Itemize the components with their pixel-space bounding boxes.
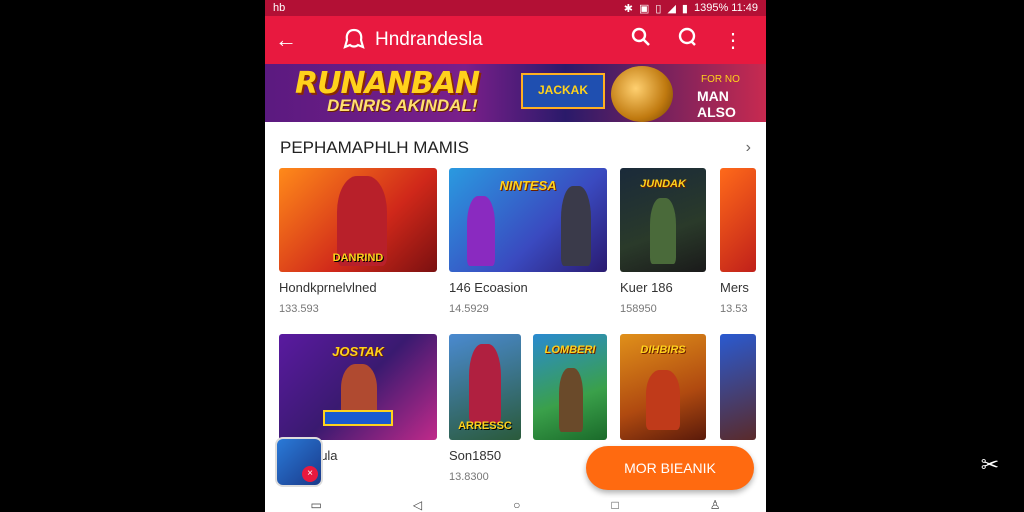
game-card[interactable] xyxy=(720,334,756,440)
game-name: 146 Ecoasion xyxy=(449,280,528,295)
thumbnail-caption: DIHBIRS xyxy=(640,344,686,356)
nfc-icon: ▣ xyxy=(638,2,650,15)
game-card[interactable]: JUNDAK Kuer 186 158950 xyxy=(620,168,706,315)
game-thumbnail[interactable]: ARRESSC xyxy=(449,334,521,440)
game-thumbnail[interactable]: DIHBIRS xyxy=(620,334,706,440)
bluetooth-icon: ✱ xyxy=(623,2,633,15)
status-left: hb xyxy=(273,2,286,14)
banner-right-text: MAN ALSO xyxy=(697,88,736,120)
game-thumbnail[interactable]: JUNDAK xyxy=(620,168,706,272)
square-icon[interactable]: □ xyxy=(611,498,618,512)
game-name: Mers xyxy=(720,280,749,295)
thumbnail-caption: JOSTAK xyxy=(332,344,384,359)
game-count: 158950 xyxy=(620,303,657,315)
banner-badge: JACKAK xyxy=(521,73,605,109)
chat-icon[interactable] xyxy=(664,27,710,53)
thumbnail-caption: ARRESSC xyxy=(458,420,512,432)
thumbnail-caption: DANRIND xyxy=(332,252,384,264)
game-thumbnail[interactable]: JOSTAK xyxy=(279,334,437,440)
game-card[interactable]: Mers 13.53 xyxy=(720,168,756,315)
game-thumbnail[interactable]: LOMBERI xyxy=(533,334,607,440)
promo-banner[interactable]: RUNANBAN DENRIS AKINDAL! JACKAK FOR NO M… xyxy=(265,64,766,122)
battery-icon: ▮ xyxy=(681,2,688,15)
close-badge-icon[interactable]: × xyxy=(302,466,318,482)
thumbnail-caption: JUNDAK xyxy=(640,178,686,190)
banner-right-top: FOR NO xyxy=(701,74,740,85)
game-card[interactable]: LOMBERI xyxy=(533,334,607,440)
game-thumbnail[interactable] xyxy=(720,168,756,272)
game-count: 13.53 xyxy=(720,303,748,315)
search-icon[interactable] xyxy=(618,27,664,53)
back-triangle-icon[interactable]: ◁ xyxy=(413,498,422,512)
game-name: Hondkprnelvlned xyxy=(279,280,377,295)
app-shortcut-icon[interactable]: × xyxy=(275,437,323,487)
game-thumbnail[interactable]: DANRIND xyxy=(279,168,437,272)
app-bar: ← Hndrandesla ⋮ xyxy=(265,16,766,64)
thumbnail-caption: LOMBERI xyxy=(544,344,596,356)
app-title: Hndrandesla xyxy=(375,29,483,50)
game-thumbnail[interactable]: NINTESA xyxy=(449,168,607,272)
section-title: PEPHAMAPHLH MAMIS xyxy=(280,138,469,157)
game-card[interactable]: DIHBIRS xyxy=(620,334,706,440)
banner-subline: DENRIS AKINDAL! xyxy=(327,96,478,115)
status-right: ✱ ▣ ▯ ◢ ▮ 1395% 11:49 xyxy=(624,2,758,15)
signal-icon: ◢ xyxy=(667,2,676,15)
status-time: 1395% 11:49 xyxy=(693,2,758,14)
games-section: PEPHAMAPHLH MAMIS › xyxy=(265,122,766,158)
section-header: PEPHAMAPHLH MAMIS › xyxy=(280,138,751,158)
game-name: Son1850 xyxy=(449,448,502,463)
vibrate-icon: ▯ xyxy=(655,2,662,15)
more-vert-icon[interactable]: ⋮ xyxy=(710,28,756,53)
more-games-button[interactable]: MOR BIEANIK xyxy=(586,446,754,490)
game-count: 14.5929 xyxy=(449,303,489,315)
banner-character-image xyxy=(611,66,673,122)
chevron-right-icon[interactable]: › xyxy=(746,139,751,157)
game-count: 13.8300 xyxy=(449,471,489,483)
overlay-assistant-icon[interactable]: ✂ xyxy=(976,452,1004,480)
system-nav-bar: ▭ ◁ ○ □ ♙ xyxy=(265,498,766,512)
back-arrow-icon[interactable]: ← xyxy=(275,27,307,53)
game-thumbnail[interactable] xyxy=(720,334,756,440)
game-card[interactable]: NINTESA 146 Ecoasion 14.5929 xyxy=(449,168,607,315)
person-icon[interactable]: ♙ xyxy=(710,498,721,512)
game-count: 133.593 xyxy=(279,303,319,315)
game-name: Kuer 186 xyxy=(620,280,673,295)
recent-apps-icon[interactable]: ▭ xyxy=(311,498,322,512)
game-card[interactable]: ARRESSC Son1850 13.8300 xyxy=(449,334,521,483)
status-bar: hb ✱ ▣ ▯ ◢ ▮ 1395% 11:49 xyxy=(265,0,766,16)
home-circle-icon[interactable]: ○ xyxy=(513,498,520,512)
game-card[interactable]: DANRIND Hondkprnelvlned 133.593 xyxy=(279,168,437,315)
phone-screen: hb ✱ ▣ ▯ ◢ ▮ 1395% 11:49 ← Hndrandesla ⋮… xyxy=(265,0,766,512)
app-logo-icon xyxy=(343,28,365,49)
